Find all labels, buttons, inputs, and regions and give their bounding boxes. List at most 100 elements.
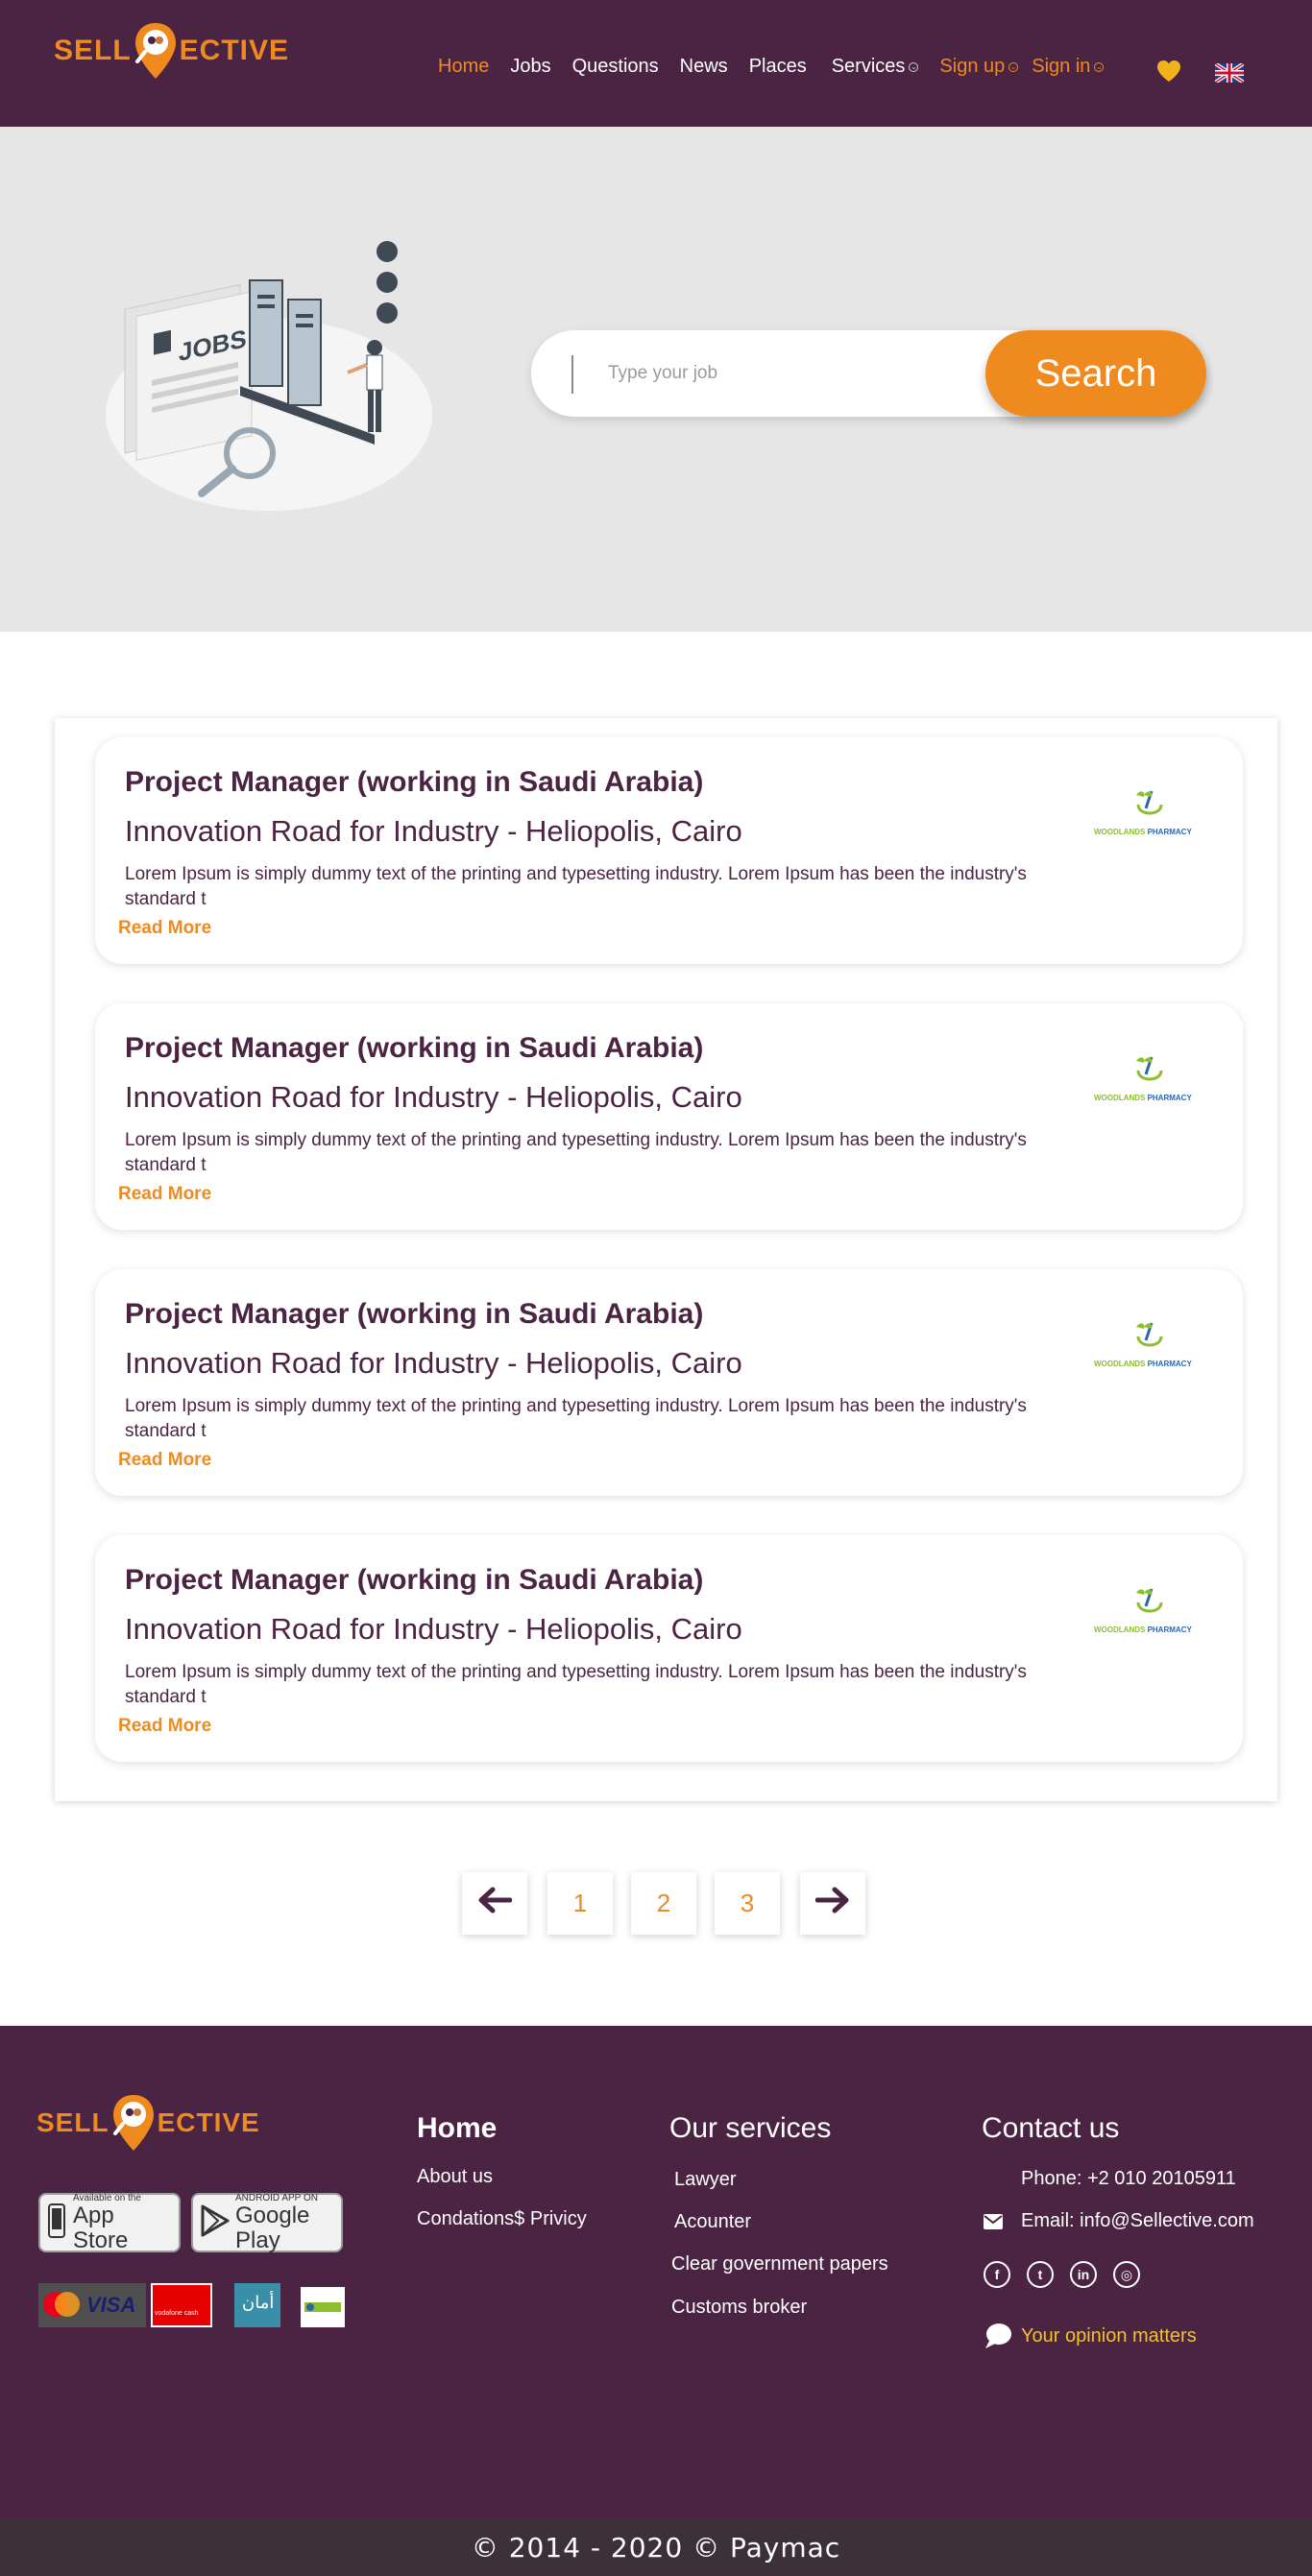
pagination-next-button[interactable] bbox=[800, 1872, 865, 1935]
job-card[interactable]: Project Manager (working in Saudi Arabia… bbox=[95, 737, 1243, 964]
job-description: Lorem Ipsum is simply dummy text of the … bbox=[125, 864, 1027, 909]
footer-email[interactable]: Email: info@Sellective.com bbox=[1021, 2210, 1254, 2232]
search-input[interactable] bbox=[608, 349, 1011, 397]
search-button[interactable]: Search bbox=[985, 330, 1206, 417]
job-search-bar: Search bbox=[531, 330, 1206, 417]
chat-bubble-icon[interactable] bbox=[984, 2322, 1012, 2355]
nav-sign-in[interactable]: Sign in ⌄ bbox=[1032, 56, 1105, 78]
pagination-prev-button[interactable] bbox=[462, 1872, 527, 1935]
google-play-icon bbox=[201, 2204, 230, 2242]
company-logo-text: WOODLANDS PHARMACY bbox=[1094, 1360, 1192, 1368]
footer-home-heading[interactable]: Home bbox=[417, 2112, 497, 2145]
chevron-down-icon: ⌄ bbox=[909, 61, 919, 72]
uk-flag-icon[interactable] bbox=[1213, 61, 1246, 84]
read-more-link[interactable]: Read More bbox=[118, 1716, 211, 1737]
vodafone-cash-label: vodafone cash bbox=[155, 2310, 199, 2317]
opinion-link[interactable]: Your opinion matters bbox=[1021, 2325, 1197, 2347]
logo-text-left: SELL bbox=[54, 35, 132, 66]
job-title[interactable]: Project Manager (working in Saudi Arabia… bbox=[125, 766, 703, 799]
job-company: Innovation Road for Industry - Heliopoli… bbox=[125, 1346, 742, 1380]
copyright-text: © 2014 - 2020 © Paymac bbox=[471, 2531, 841, 2564]
pagination-page-1[interactable]: 1 bbox=[547, 1872, 613, 1935]
linkedin-icon[interactable]: in bbox=[1070, 2261, 1097, 2288]
aman-logo: أمان bbox=[234, 2283, 280, 2327]
nav-news[interactable]: News bbox=[680, 56, 728, 78]
footer-service-acounter[interactable]: Acounter bbox=[674, 2211, 751, 2233]
footer-service-customs-broker[interactable]: Customs broker bbox=[671, 2297, 807, 2319]
facebook-icon[interactable]: f bbox=[984, 2261, 1010, 2288]
twitter-icon[interactable]: t bbox=[1027, 2261, 1054, 2288]
nav-sign-up[interactable]: Sign up ⌄ bbox=[939, 56, 1019, 78]
nav-sign-up-label: Sign up bbox=[939, 56, 1006, 77]
arrow-right-icon bbox=[814, 1886, 850, 1921]
arrow-left-icon bbox=[477, 1886, 513, 1921]
mastercard-visa-logo: VISA bbox=[38, 2283, 146, 2327]
company-logo: WOODLANDS PHARMACY bbox=[1094, 1583, 1209, 1641]
google-play-small: ANDROID APP ON bbox=[235, 2192, 318, 2203]
jobs-illustration: JOBS bbox=[96, 223, 461, 554]
nav-sign-in-label: Sign in bbox=[1032, 56, 1091, 77]
nav-jobs[interactable]: Jobs bbox=[510, 56, 550, 78]
job-description: Lorem Ipsum is simply dummy text of the … bbox=[125, 1662, 1027, 1707]
company-logo: WOODLANDS PHARMACY bbox=[1094, 1317, 1209, 1375]
footer-conditions-link[interactable]: Condations$ Privicy bbox=[417, 2208, 587, 2230]
logo-pin-icon bbox=[134, 21, 178, 81]
google-play-big: Google Play bbox=[235, 2202, 310, 2253]
job-card[interactable]: Project Manager (working in Saudi Arabia… bbox=[95, 1003, 1243, 1230]
footer-service-government-papers[interactable]: Clear government papers bbox=[671, 2253, 888, 2275]
app-store-big: App Store bbox=[73, 2202, 129, 2253]
footer-about-link[interactable]: About us bbox=[417, 2166, 493, 2188]
logo-text-right: ECTIVE bbox=[157, 2107, 260, 2137]
job-title[interactable]: Project Manager (working in Saudi Arabia… bbox=[125, 1564, 703, 1597]
footer-service-lawyer[interactable]: Lawyer bbox=[674, 2169, 736, 2191]
job-company: Innovation Road for Industry - Heliopoli… bbox=[125, 1612, 742, 1646]
main-nav: Home Jobs Questions News Places Services… bbox=[438, 56, 1125, 78]
job-card[interactable]: Project Manager (working in Saudi Arabia… bbox=[95, 1535, 1243, 1762]
footer-logo[interactable]: SELL ECTIVE bbox=[36, 2093, 260, 2153]
footer-contact-heading: Contact us bbox=[982, 2112, 1120, 2144]
pagination-page-2[interactable]: 2 bbox=[631, 1872, 696, 1935]
read-more-link[interactable]: Read More bbox=[118, 1184, 211, 1205]
search-divider bbox=[571, 355, 573, 394]
app-store-badge[interactable]: Available on the App Store bbox=[38, 2193, 181, 2252]
job-card[interactable]: Project Manager (working in Saudi Arabia… bbox=[95, 1269, 1243, 1496]
job-description: Lorem Ipsum is simply dummy text of the … bbox=[125, 1396, 1027, 1441]
logo-text-left: SELL bbox=[36, 2107, 109, 2137]
site-header: SELL ECTIVE Home Jobs Questions News Pla… bbox=[0, 0, 1312, 127]
nav-places[interactable]: Places bbox=[749, 56, 807, 78]
partner-logo bbox=[301, 2287, 345, 2327]
visa-label: VISA bbox=[86, 2293, 136, 2317]
job-company: Innovation Road for Industry - Heliopoli… bbox=[125, 1080, 742, 1114]
vodafone-cash-logo: vodafone cash bbox=[151, 2283, 212, 2327]
logo-text-right: ECTIVE bbox=[179, 35, 290, 66]
company-logo-text: WOODLANDS PHARMACY bbox=[1094, 1625, 1192, 1634]
apple-phone-icon bbox=[48, 2203, 65, 2243]
chevron-down-icon: ⌄ bbox=[1008, 61, 1019, 72]
logo-pin-icon bbox=[111, 2093, 156, 2153]
read-more-link[interactable]: Read More bbox=[118, 918, 211, 939]
company-logo: WOODLANDS PHARMACY bbox=[1094, 1051, 1209, 1109]
footer-services-heading: Our services bbox=[669, 2112, 832, 2144]
read-more-link[interactable]: Read More bbox=[118, 1450, 211, 1471]
nav-services[interactable]: Services ⌄ bbox=[832, 56, 919, 78]
chevron-down-icon: ⌄ bbox=[1094, 61, 1105, 72]
footer-phone[interactable]: Phone: +2 010 20105911 bbox=[1021, 2168, 1236, 2190]
hero-section: JOBS Type your job Search bbox=[0, 127, 1312, 632]
job-description: Lorem Ipsum is simply dummy text of the … bbox=[125, 1130, 1027, 1175]
company-logo-text: WOODLANDS PHARMACY bbox=[1094, 828, 1192, 836]
job-list: Project Manager (working in Saudi Arabia… bbox=[55, 718, 1277, 1801]
copyright-bar: © 2014 - 2020 © Paymac bbox=[0, 2518, 1312, 2576]
google-play-badge[interactable]: ANDROID APP ON Google Play bbox=[191, 2193, 343, 2252]
job-title[interactable]: Project Manager (working in Saudi Arabia… bbox=[125, 1298, 703, 1331]
company-logo: WOODLANDS PHARMACY bbox=[1094, 785, 1209, 843]
phone-icon bbox=[984, 2170, 1003, 2194]
heart-icon[interactable] bbox=[1156, 60, 1181, 87]
mail-icon bbox=[984, 2214, 1003, 2234]
pagination-page-3[interactable]: 3 bbox=[715, 1872, 780, 1935]
job-title[interactable]: Project Manager (working in Saudi Arabia… bbox=[125, 1032, 703, 1065]
instagram-icon[interactable]: ◎ bbox=[1113, 2261, 1140, 2288]
aman-label: أمان bbox=[242, 2293, 275, 2312]
nav-home[interactable]: Home bbox=[438, 56, 489, 78]
nav-questions[interactable]: Questions bbox=[572, 56, 659, 78]
site-logo[interactable]: SELL ECTIVE bbox=[54, 21, 289, 81]
